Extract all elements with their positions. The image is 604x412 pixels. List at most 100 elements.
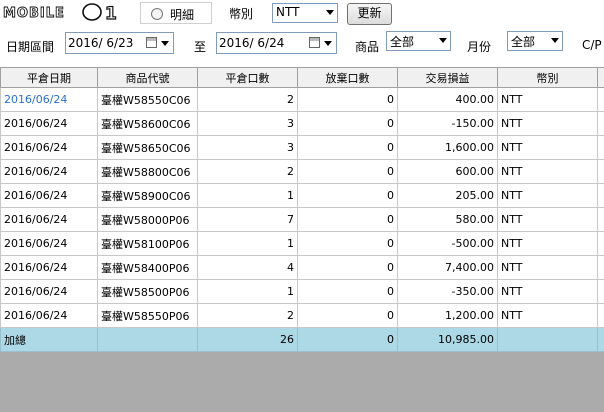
cell-pnl[interactable]: -500.00 xyxy=(397,231,498,256)
table-total-row[interactable]: 加總 26 0 10,985.00 xyxy=(0,327,604,352)
col-close-qty[interactable]: 平倉口數 xyxy=(197,67,298,88)
cell-product[interactable]: 臺權W58500P06 xyxy=(97,279,198,304)
col-close-date[interactable]: 平倉日期 xyxy=(0,67,98,88)
col-pnl[interactable]: 交易損益 xyxy=(397,67,498,88)
svg-text:MOBILE: MOBILE xyxy=(3,6,65,21)
table-row[interactable]: 2016/06/24 臺權W58600C06 3 0 -150.00 NTT xyxy=(0,111,604,136)
cell-currency[interactable]: NTT xyxy=(497,183,598,208)
cell-date[interactable]: 2016/06/24 xyxy=(0,231,98,256)
cell-date[interactable]: 2016/06/24 xyxy=(0,183,98,208)
col-product-code[interactable]: 商品代號 xyxy=(97,67,198,88)
cell-date[interactable]: 2016/06/24 xyxy=(0,207,98,232)
chevron-down-icon[interactable] xyxy=(161,41,169,46)
cell-close-qty[interactable]: 3 xyxy=(197,135,298,160)
cell-product[interactable]: 臺權W58400P06 xyxy=(97,255,198,280)
cell-pnl[interactable]: 1,200.00 xyxy=(397,303,498,328)
chevron-down-icon[interactable] xyxy=(324,41,332,46)
cell-close-qty[interactable]: 1 xyxy=(197,183,298,208)
cell-abandon-qty[interactable]: 0 xyxy=(297,159,398,184)
cell-pnl[interactable]: 580.00 xyxy=(397,207,498,232)
chevron-down-icon xyxy=(551,38,559,43)
cell-currency[interactable]: NTT xyxy=(497,111,598,136)
total-currency[interactable] xyxy=(497,327,598,352)
date-to-picker[interactable]: 2016/ 6/24 xyxy=(216,32,337,54)
cell-pnl[interactable]: -350.00 xyxy=(397,279,498,304)
cell-product[interactable]: 臺權W58650C06 xyxy=(97,135,198,160)
cell-abandon-qty[interactable]: 0 xyxy=(297,135,398,160)
cell-date[interactable]: 2016/06/24 xyxy=(0,279,98,304)
cell-abandon-qty[interactable]: 0 xyxy=(297,303,398,328)
total-pnl[interactable]: 10,985.00 xyxy=(397,327,498,352)
table-row[interactable]: 2016/06/24 臺權W58650C06 3 0 1,600.00 NTT xyxy=(0,135,604,160)
total-product[interactable] xyxy=(97,327,198,352)
table-row[interactable]: 2016/06/24 臺權W58100P06 1 0 -500.00 NTT xyxy=(0,231,604,256)
cell-currency[interactable]: NTT xyxy=(497,255,598,280)
cell-currency[interactable]: NTT xyxy=(497,231,598,256)
cell-date[interactable]: 2016/06/24 xyxy=(0,303,98,328)
cell-pnl[interactable]: 7,400.00 xyxy=(397,255,498,280)
product-select[interactable]: 全部 xyxy=(386,31,451,51)
cell-product[interactable]: 臺權W58600C06 xyxy=(97,111,198,136)
table-row[interactable]: 2016/06/24 臺權W58800C06 2 0 600.00 NTT xyxy=(0,159,604,184)
cell-currency[interactable]: NTT xyxy=(497,135,598,160)
table-row[interactable]: 2016/06/24 臺權W58000P06 7 0 580.00 NTT xyxy=(0,207,604,232)
cell-close-qty[interactable]: 2 xyxy=(197,159,298,184)
cell-pnl[interactable]: 1,600.00 xyxy=(397,135,498,160)
cell-close-qty[interactable]: 1 xyxy=(197,231,298,256)
table-row[interactable]: 2016/06/24 臺權W58550C06 2 0 400.00 NTT xyxy=(0,87,604,112)
cell-date[interactable]: 2016/06/24 xyxy=(0,159,98,184)
cell-product[interactable]: 臺權W58900C06 xyxy=(97,183,198,208)
cell-abandon-qty[interactable]: 0 xyxy=(297,207,398,232)
table-row[interactable]: 2016/06/24 臺權W58500P06 1 0 -350.00 NTT xyxy=(0,279,604,304)
cell-date[interactable]: 2016/06/24 xyxy=(0,111,98,136)
product-label: 商品 xyxy=(355,40,380,54)
col-currency[interactable]: 幣別 xyxy=(497,67,598,88)
cell-abandon-qty[interactable]: 0 xyxy=(297,183,398,208)
table-row[interactable]: 2016/06/24 臺權W58900C06 1 0 205.00 NTT xyxy=(0,183,604,208)
cell-abandon-qty[interactable]: 0 xyxy=(297,111,398,136)
currency-label: 幣別 xyxy=(229,7,254,21)
cell-product[interactable]: 臺權W58000P06 xyxy=(97,207,198,232)
cell-filler xyxy=(597,87,604,112)
date-from-picker[interactable]: 2016/ 6/23 xyxy=(65,32,174,54)
cell-date[interactable]: 2016/06/24 xyxy=(0,255,98,280)
calendar-icon[interactable] xyxy=(309,37,320,48)
cell-pnl[interactable]: 600.00 xyxy=(397,159,498,184)
cell-product[interactable]: 臺權W58550P06 xyxy=(97,303,198,328)
total-label[interactable]: 加總 xyxy=(0,327,98,352)
cell-currency[interactable]: NTT xyxy=(497,303,598,328)
col-abandon-qty[interactable]: 放棄口數 xyxy=(297,67,398,88)
cell-close-qty[interactable]: 7 xyxy=(197,207,298,232)
refresh-button[interactable]: 更新 xyxy=(347,3,392,25)
cell-date[interactable]: 2016/06/24 xyxy=(0,87,98,112)
cell-currency[interactable]: NTT xyxy=(497,87,598,112)
cell-close-qty[interactable]: 1 xyxy=(197,279,298,304)
cell-product[interactable]: 臺權W58100P06 xyxy=(97,231,198,256)
total-abandon-qty[interactable]: 0 xyxy=(297,327,398,352)
cell-abandon-qty[interactable]: 0 xyxy=(297,255,398,280)
cell-abandon-qty[interactable]: 0 xyxy=(297,231,398,256)
table-row[interactable]: 2016/06/24 臺權W58400P06 4 0 7,400.00 NTT xyxy=(0,255,604,280)
cell-close-qty[interactable]: 3 xyxy=(197,111,298,136)
cell-pnl[interactable]: -150.00 xyxy=(397,111,498,136)
cell-close-qty[interactable]: 2 xyxy=(197,87,298,112)
cell-product[interactable]: 臺權W58800C06 xyxy=(97,159,198,184)
total-close-qty[interactable]: 26 xyxy=(197,327,298,352)
cell-product[interactable]: 臺權W58550C06 xyxy=(97,87,198,112)
cell-close-qty[interactable]: 4 xyxy=(197,255,298,280)
cell-abandon-qty[interactable]: 0 xyxy=(297,87,398,112)
currency-select[interactable]: NTT xyxy=(272,3,338,23)
cell-currency[interactable]: NTT xyxy=(497,159,598,184)
table-row[interactable]: 2016/06/24 臺權W58550P06 2 0 1,200.00 NTT xyxy=(0,303,604,328)
detail-radio-label: 明細 xyxy=(170,8,195,22)
detail-radio[interactable] xyxy=(151,8,163,20)
cell-currency[interactable]: NTT xyxy=(497,207,598,232)
calendar-icon[interactable] xyxy=(146,37,157,48)
cell-pnl[interactable]: 205.00 xyxy=(397,183,498,208)
cell-abandon-qty[interactable]: 0 xyxy=(297,279,398,304)
cell-pnl[interactable]: 400.00 xyxy=(397,87,498,112)
cell-close-qty[interactable]: 2 xyxy=(197,303,298,328)
cell-date[interactable]: 2016/06/24 xyxy=(0,135,98,160)
month-select[interactable]: 全部 xyxy=(507,31,563,51)
cell-currency[interactable]: NTT xyxy=(497,279,598,304)
